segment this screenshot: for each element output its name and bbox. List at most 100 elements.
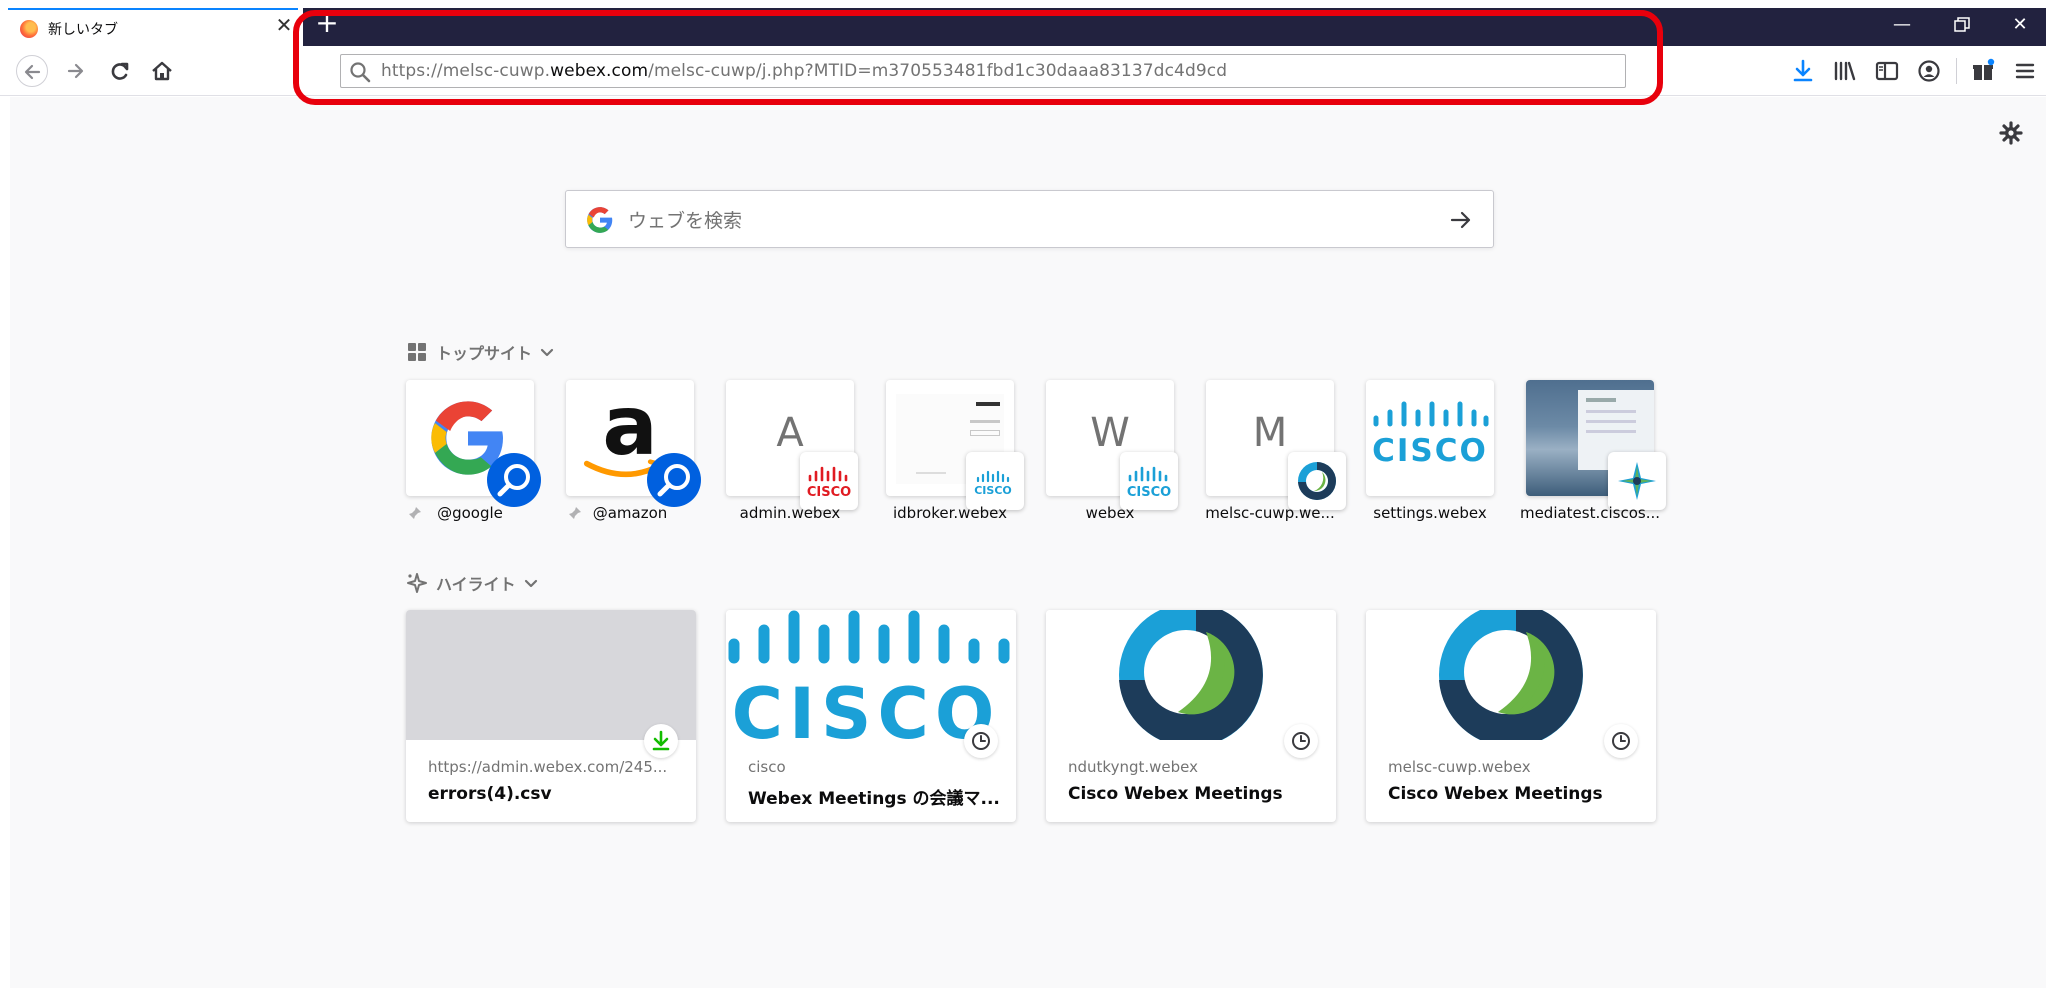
account-icon [1918,60,1940,82]
top-site-tile[interactable]: CISCO [1366,380,1494,496]
settings-button[interactable] [1996,118,2026,148]
top-site-label: webex [1085,504,1135,522]
menu-icon [2015,63,2035,79]
search-shortcut-icon [647,453,701,507]
highlight-source: https://admin.webex.com/245... [428,758,668,776]
download-icon [1793,59,1813,82]
cisco-badge-icon: CISCO [800,452,858,510]
top-site-label: @google [437,504,503,522]
url-text: https://melsc-cuwp.webex.com/melsc-cuwp/… [381,61,1227,81]
gear-icon [1999,121,2023,145]
minimize-button[interactable]: — [1882,12,1922,38]
downloads-button[interactable] [1788,56,1818,86]
cisco-wordmark: CISCO [807,485,851,500]
clock-icon [1612,732,1630,750]
highlight-source: ndutkyngt.webex [1068,758,1198,776]
top-site-label: admin.webex [739,504,841,522]
tab-title: 新しいタブ [48,22,118,38]
highlight-card[interactable]: melsc-cuwp.webex Cisco Webex Meetings [1366,610,1656,822]
close-window-button[interactable]: ✕ [2000,12,2040,38]
sparkle-icon [407,573,427,593]
highlight-title: Cisco Webex Meetings [1388,784,1603,804]
restore-icon [1954,17,1970,32]
arrow-right-icon[interactable] [1446,205,1476,235]
top-site-label: melsc-cuwp.we... [1205,504,1335,522]
top-site-idbroker-webex[interactable]: CISCO idbroker.webex [886,380,1024,522]
top-site-melsc-cuwp[interactable]: M melsc-cuwp.we... [1205,380,1346,522]
cisco-wordmark: CISCO [1372,433,1488,469]
highlight-source: cisco [748,758,786,776]
top-site-admin-webex[interactable]: A CISCO admin.webex [726,380,858,522]
top-site-label: settings.webex [1373,504,1487,522]
clock-icon [972,732,990,750]
webex-logo-icon [1439,610,1583,740]
chevron-down-icon [540,348,554,357]
cisco-logo-icon: CISCO [1372,401,1489,469]
top-site-label: idbroker.webex [892,504,1008,522]
cisco-wordmark: CISCO [732,673,1001,740]
forward-icon [67,63,84,79]
cisco-logo-icon: CISCO [728,610,1010,740]
url-suffix: /melsc-cuwp/j.php?MTID=m370553481fbd1c30… [648,61,1228,81]
search-placeholder: ウェブを検索 [628,210,743,232]
home-icon [152,61,172,81]
top-sites-heading[interactable]: トップサイト [406,340,556,364]
back-button[interactable] [16,55,48,87]
chevron-down-icon [524,579,537,588]
whats-new-button[interactable] [1968,56,1998,86]
top-site-settings-webex[interactable]: CISCO settings.webex [1366,380,1494,522]
browser-window: 新しいタブ ✕ + — ✕ https://melsc-cuwp.webex.c… [0,0,2046,988]
highlights-label: ハイライト [436,575,516,594]
cisco-logo-icon: CISCO [1127,466,1171,500]
cisco-logo-icon: CISCO [974,470,1012,497]
tab-new-tab[interactable]: 新しいタブ ✕ [8,8,298,46]
top-site-google[interactable]: @google [406,380,541,522]
library-icon [1834,61,1856,81]
highlight-thumbnail: CISCO [726,610,1016,740]
web-search-box[interactable]: ウェブを検索 [565,190,1494,248]
search-icon [350,62,371,83]
highlight-card[interactable]: CISCO cisco Webex Meetings の会議マ... [726,610,1016,822]
history-badge [964,724,998,758]
highlight-title: errors(4).csv [428,784,552,804]
cisco-wordmark: CISCO [974,484,1012,497]
forward-button[interactable] [60,55,92,87]
highlight-source: melsc-cuwp.webex [1388,758,1531,776]
new-tab-button[interactable]: + [313,9,341,38]
tab-strip: 新しいタブ ✕ + — ✕ [0,0,2046,46]
highlight-thumbnail [1366,610,1656,740]
download-icon [652,730,670,751]
highlight-thumbnail [1046,610,1336,740]
webex-logo-icon [1298,462,1336,501]
top-site-webex[interactable]: W CISCO webex [1046,380,1178,522]
highlight-title: Webex Meetings の会議マ... [748,789,1000,809]
home-button[interactable] [146,55,178,87]
top-sites-label: トップサイト [436,344,533,363]
reload-button[interactable] [104,55,136,87]
google-logo-icon [587,207,613,233]
account-button[interactable] [1914,56,1944,86]
clock-icon [1292,732,1310,750]
cisco-logo-icon: CISCO [807,466,851,500]
highlight-card[interactable]: https://admin.webex.com/245... errors(4)… [406,610,696,822]
url-bar[interactable]: https://melsc-cuwp.webex.com/melsc-cuwp/… [340,54,1626,88]
top-site-amazon[interactable]: a @amazon [566,380,701,522]
menu-button[interactable] [2010,56,2040,86]
tab-close-icon[interactable]: ✕ [274,15,294,35]
tab-strip-background [303,8,2046,46]
highlight-card[interactable]: ndutkyngt.webex Cisco Webex Meetings [1046,610,1336,822]
top-site-mediatest-ciscos[interactable]: mediatest.ciscos... [1520,380,1666,522]
reload-icon [111,62,129,80]
library-button[interactable] [1830,56,1860,86]
download-badge [644,724,678,758]
search-shortcut-icon [487,453,541,507]
url-prefix: https://melsc-cuwp. [381,61,551,81]
highlights-heading[interactable]: ハイライト [406,571,540,595]
restore-button[interactable] [1942,12,1982,38]
sidebar-button[interactable] [1872,56,1902,86]
webex-badge-icon [1288,452,1346,510]
highlight-title: Cisco Webex Meetings [1068,784,1283,804]
navigation-toolbar: https://melsc-cuwp.webex.com/melsc-cuwp/… [0,46,2046,96]
toolbar-divider [1956,58,1957,84]
url-domain: webex.com [550,61,649,81]
